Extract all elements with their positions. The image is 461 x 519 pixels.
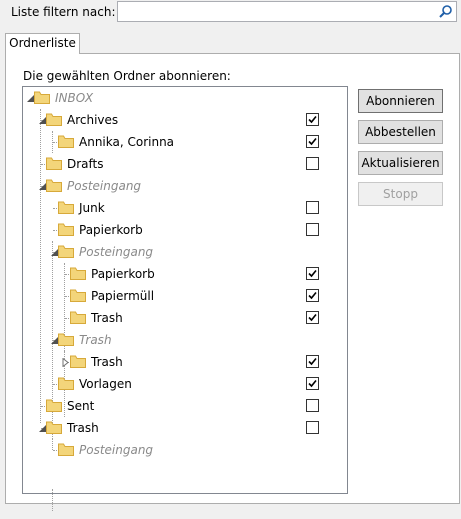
tree-row-label: Annika, Corinna (79, 135, 175, 149)
subscribe-checkbox[interactable] (306, 421, 319, 434)
folder-icon (58, 135, 74, 148)
filter-input[interactable] (118, 2, 428, 21)
stop-button[interactable]: Stopp (358, 182, 443, 206)
tree-row-label: Trash (91, 355, 123, 369)
folder-tree[interactable]: INBOX Archives Annika, Corinna Drafts Po… (22, 86, 348, 511)
search-icon[interactable] (438, 4, 453, 19)
subscribe-checkbox[interactable] (306, 113, 319, 126)
subscribe-checkbox[interactable] (306, 399, 319, 412)
tree-row-label: Drafts (67, 157, 104, 171)
tree-row-trash-group[interactable]: Trash (23, 329, 345, 351)
tree-row-label: Archives (67, 113, 119, 127)
tree-row-archives[interactable]: Archives (23, 109, 345, 131)
folder-icon (46, 421, 62, 434)
tab-folder-list[interactable]: Ordnerliste (5, 33, 80, 54)
folder-icon (58, 223, 74, 236)
tree-row-trash-posteingang[interactable]: Posteingang (23, 439, 345, 461)
subscribe-checkbox[interactable] (306, 157, 319, 170)
folder-icon (58, 377, 74, 390)
tree-row-inbox[interactable]: INBOX (23, 87, 345, 109)
tree-row-junk[interactable]: Junk (23, 197, 345, 219)
subscribe-checkbox[interactable] (306, 135, 319, 148)
tree-row-label: Papierkorb (79, 223, 143, 237)
subscribe-checkbox[interactable] (306, 355, 319, 368)
tree-row-label: Posteingang (67, 179, 142, 193)
tree-row-papierkorb-nested[interactable]: Papierkorb (23, 263, 345, 285)
folder-icon (34, 91, 50, 104)
refresh-button[interactable]: Aktualisieren (358, 151, 443, 175)
unsubscribe-button[interactable]: Abbestellen (358, 120, 443, 144)
tree-row-trash-collapsed[interactable]: Trash (23, 351, 345, 373)
subscribe-checkbox[interactable] (306, 201, 319, 214)
folder-icon (46, 179, 62, 192)
tree-row-vorlagen[interactable]: Vorlagen (23, 373, 345, 395)
tree-row-trash-nested[interactable]: Trash (23, 307, 345, 329)
tree-row-label: Junk (79, 201, 105, 215)
tree-row-papiermuell[interactable]: Papiermüll (23, 285, 345, 307)
tree-row-posteingang[interactable]: Posteingang (23, 175, 345, 197)
folder-icon (46, 113, 62, 126)
folder-icon (70, 311, 86, 324)
tree-row-annika-corinna[interactable]: Annika, Corinna (23, 131, 345, 153)
folder-icon (70, 355, 86, 368)
tree-row-label: Sent (67, 399, 95, 413)
tree-row-papierkorb[interactable]: Papierkorb (23, 219, 345, 241)
tree-row-label: Trash (67, 421, 99, 435)
expand-icon[interactable] (61, 356, 70, 368)
tree-row-label: Posteingang (79, 443, 154, 457)
filter-field[interactable] (117, 1, 457, 22)
tree-row-posteingang-nested[interactable]: Posteingang (23, 241, 345, 263)
tree-row-label: Trash (91, 311, 123, 325)
subscribe-checkbox[interactable] (306, 289, 319, 302)
folder-icon (58, 443, 74, 456)
filter-label: Liste filtern nach: (11, 5, 116, 19)
subscribe-checkbox[interactable] (306, 377, 319, 390)
tree-row-sent[interactable]: Sent (23, 395, 345, 417)
folder-icon (58, 333, 74, 346)
folder-icon (70, 289, 86, 302)
subscribe-heading: Die gewählten Ordner abonnieren: (23, 69, 231, 83)
tree-row-label: Vorlagen (79, 377, 132, 391)
folder-icon (46, 157, 62, 170)
subscribe-checkbox[interactable] (306, 223, 319, 236)
folder-icon (70, 267, 86, 280)
tree-row-label: Papierkorb (91, 267, 155, 281)
tree-row-trash[interactable]: Trash (23, 417, 345, 439)
tree-row-label: INBOX (55, 91, 94, 105)
folder-list-panel: Die gewählten Ordner abonnieren: INBOX A… (5, 53, 460, 511)
tree-row-label: Posteingang (79, 245, 154, 259)
folder-icon (58, 245, 74, 258)
subscribe-checkbox[interactable] (306, 311, 319, 324)
tree-row-label: Trash (79, 333, 112, 347)
tree-row-drafts[interactable]: Drafts (23, 153, 345, 175)
folder-icon (46, 399, 62, 412)
folder-icon (58, 201, 74, 214)
subscribe-checkbox[interactable] (306, 267, 319, 280)
tree-row-label: Papiermüll (91, 289, 155, 303)
subscribe-button[interactable]: Abonnieren (358, 89, 443, 113)
